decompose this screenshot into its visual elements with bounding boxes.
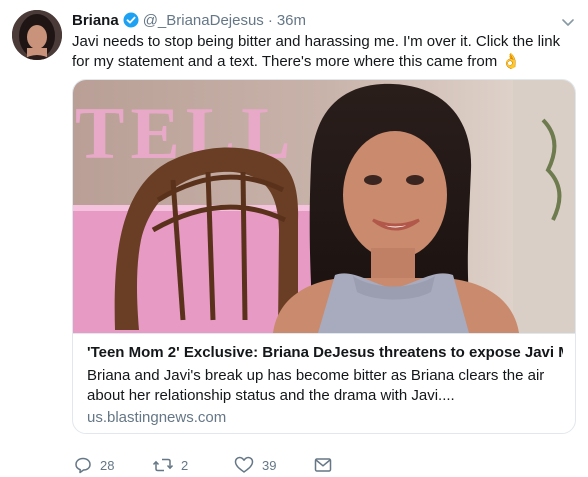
card-description: Briana and Javi's break up has become bi…	[87, 367, 545, 404]
card-title[interactable]: 'Teen Mom 2' Exclusive: Briana DeJesus t…	[87, 343, 563, 363]
card-image[interactable]: TELL	[73, 80, 575, 333]
ok-hand-emoji: 👌	[501, 53, 521, 70]
separator: ·	[267, 11, 273, 29]
link-card[interactable]: TELL 'Teen Mom 2' Exclusive: Briana DeJe…	[72, 79, 576, 434]
tweet-header: Briana @_BrianaDejesus · 36m	[72, 10, 306, 30]
retweet-button[interactable]: 2	[153, 455, 188, 475]
author-name[interactable]: Briana	[72, 12, 119, 29]
tweet[interactable]: Briana @_BrianaDejesus · 36m Javi needs …	[0, 0, 588, 477]
reply-icon	[75, 457, 91, 474]
direct-message-icon	[314, 458, 332, 472]
tweet-text: Javi needs to stop being bitter and hara…	[72, 32, 577, 72]
card-body[interactable]: 'Teen Mom 2' Exclusive: Briana DeJesus t…	[73, 333, 575, 433]
like-count: 39	[262, 457, 277, 473]
reply-count: 28	[100, 457, 115, 473]
retweet-icon	[153, 458, 173, 472]
avatar[interactable]	[12, 10, 62, 60]
author-handle[interactable]: @_BrianaDejesus	[143, 12, 264, 29]
card-domain[interactable]: us.blastingnews.com	[87, 408, 563, 428]
verified-badge-icon	[123, 12, 139, 28]
like-button[interactable]: 39	[234, 455, 276, 475]
tweet-body: Javi needs to stop being bitter and hara…	[72, 33, 561, 70]
retweet-count: 2	[181, 457, 189, 473]
direct-message-button[interactable]	[314, 455, 332, 475]
reply-button[interactable]: 28	[74, 455, 114, 475]
timestamp[interactable]: 36m	[277, 12, 306, 29]
like-icon	[234, 456, 254, 473]
chevron-down-icon[interactable]	[562, 14, 574, 32]
